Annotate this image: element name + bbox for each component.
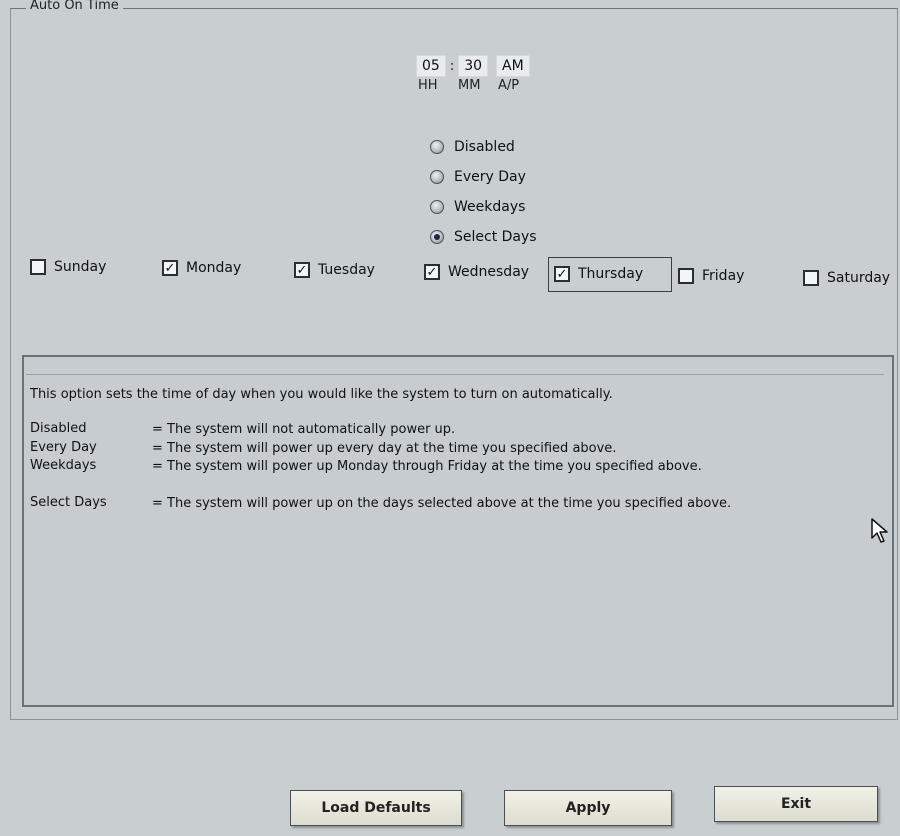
day-label: Saturday xyxy=(827,270,891,286)
day-monday[interactable]: ✓ Monday xyxy=(162,260,241,276)
help-term: Every Day xyxy=(30,440,97,455)
option-weekdays[interactable]: Weekdays xyxy=(430,192,537,222)
checkmark-icon: ✓ xyxy=(162,260,178,276)
checkmark-icon: ✓ xyxy=(294,262,310,278)
checkmark-icon: ✓ xyxy=(554,266,570,282)
minute-field[interactable]: 30 xyxy=(458,55,489,77)
help-desc: = The system will power up Monday throug… xyxy=(152,459,702,474)
day-label: Wednesday xyxy=(448,264,530,280)
day-label: Thursday xyxy=(578,266,644,282)
radio-icon xyxy=(430,140,444,154)
option-every-day[interactable]: Every Day xyxy=(430,162,537,192)
option-select-days[interactable]: Select Days xyxy=(430,222,537,252)
help-intro: This option sets the time of day when yo… xyxy=(30,387,613,402)
checkbox-icon xyxy=(30,259,46,275)
checkbox-icon xyxy=(678,268,694,284)
day-label: Sunday xyxy=(54,259,107,275)
day-friday[interactable]: Friday xyxy=(678,268,744,284)
exit-button[interactable]: Exit xyxy=(714,786,878,822)
help-desc: = The system will not automatically powe… xyxy=(152,422,456,437)
ampm-field[interactable]: AM xyxy=(496,55,530,77)
help-term: Weekdays xyxy=(30,458,97,473)
day-sunday[interactable]: Sunday xyxy=(30,259,106,275)
day-label: Monday xyxy=(186,260,242,276)
help-term: Select Days xyxy=(30,495,107,510)
radio-icon xyxy=(430,200,444,214)
option-label: Select Days xyxy=(454,229,537,245)
time-separator: : xyxy=(449,58,455,74)
day-tuesday[interactable]: ✓ Tuesday xyxy=(294,262,375,278)
option-label: Every Day xyxy=(454,169,526,185)
mouse-pointer-icon xyxy=(871,518,888,543)
help-row-weekdays: Weekdays = The system will power up Mond… xyxy=(30,458,752,475)
apply-button[interactable]: Apply xyxy=(504,790,672,826)
day-saturday[interactable]: Saturday xyxy=(803,270,890,286)
help-row-disabled: Disabled = The system will not automatic… xyxy=(30,421,752,438)
load-defaults-button[interactable]: Load Defaults xyxy=(290,790,462,826)
hour-field[interactable]: 05 xyxy=(416,55,446,77)
help-desc: = The system will power up every day at … xyxy=(152,441,617,456)
help-divider xyxy=(26,365,884,375)
help-term: Disabled xyxy=(30,421,87,436)
hour-label: HH xyxy=(418,78,438,93)
day-label: Friday xyxy=(702,268,745,284)
help-desc: = The system will power up on the days s… xyxy=(152,496,732,511)
day-thursday[interactable]: ✓ Thursday xyxy=(554,266,643,282)
help-panel: This option sets the time of day when yo… xyxy=(22,355,894,707)
option-disabled[interactable]: Disabled xyxy=(430,132,537,162)
day-label: Tuesday xyxy=(318,262,375,278)
minute-label: MM xyxy=(458,78,481,93)
time-entry: 05 : 30 AM xyxy=(416,55,530,77)
option-label: Disabled xyxy=(454,139,515,155)
day-wednesday[interactable]: ✓ Wednesday xyxy=(424,264,529,280)
ampm-label: A/P xyxy=(498,78,520,93)
checkbox-icon xyxy=(803,270,819,286)
help-row-every-day: Every Day = The system will power up eve… xyxy=(30,440,752,457)
power-up-mode-options: Disabled Every Day Weekdays Select Days xyxy=(430,132,537,252)
radio-selected-icon xyxy=(430,230,444,244)
radio-icon xyxy=(430,170,444,184)
checkmark-icon: ✓ xyxy=(424,264,440,280)
help-row-select-days: Select Days = The system will power up o… xyxy=(30,495,752,512)
option-label: Weekdays xyxy=(454,199,526,215)
group-title: Auto On Time xyxy=(26,0,123,13)
